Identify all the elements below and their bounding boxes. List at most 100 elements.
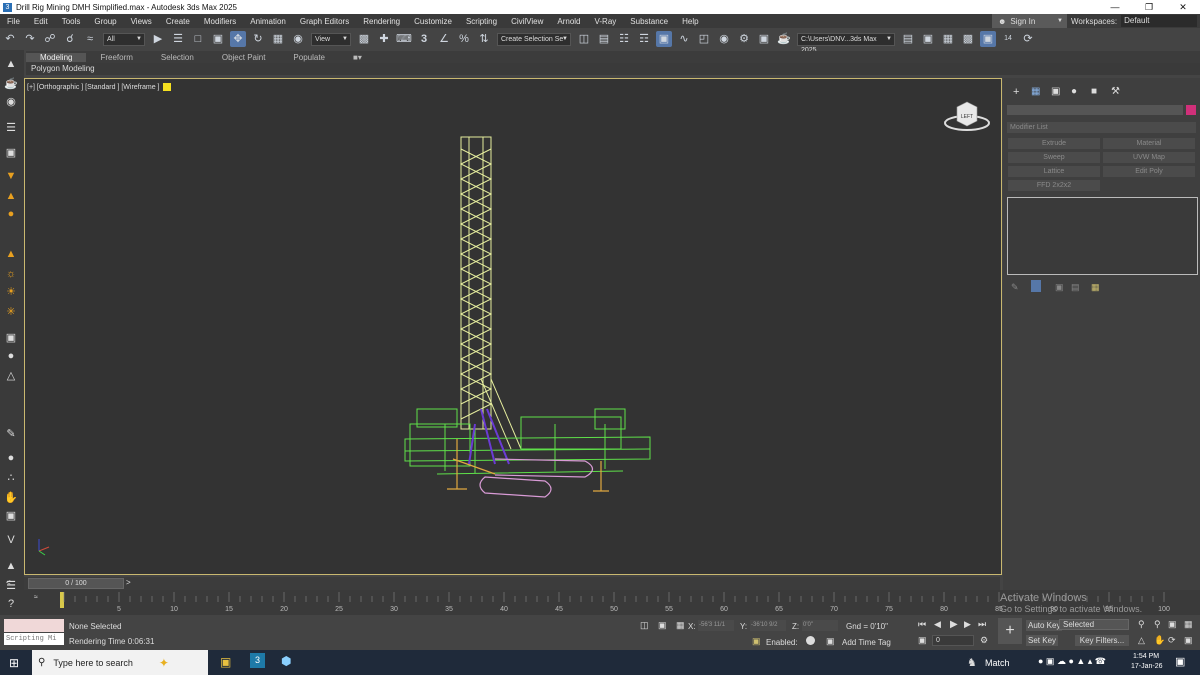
tab-modeling[interactable]: Modeling <box>26 52 87 62</box>
material-button[interactable]: Material <box>1103 138 1195 149</box>
z-coordinate-field[interactable]: 0'0" <box>802 620 838 631</box>
motion-tab-icon[interactable]: ● <box>1071 86 1077 97</box>
zoom-extents-all-icon[interactable]: ▦ <box>1184 619 1193 630</box>
y-coordinate-field[interactable]: -36'10 9/2 <box>750 620 786 631</box>
maximize-viewport-icon[interactable]: ▣ <box>1184 635 1193 646</box>
3ds-max-taskbar-icon[interactable]: 3 <box>250 653 265 668</box>
time-configuration-icon[interactable]: ⚙ <box>980 635 988 646</box>
unlink-icon[interactable]: ☌ <box>62 31 78 47</box>
modifier-list-dropdown[interactable]: Modifier List <box>1007 122 1196 133</box>
display-tab-icon[interactable]: ■ <box>1091 86 1097 97</box>
menu-vray[interactable]: V-Ray <box>588 17 624 26</box>
workspace-toggle-icon[interactable]: ▣ <box>980 31 996 47</box>
menu-graph-editors[interactable]: Graph Editors <box>293 17 356 26</box>
zoom-icon[interactable]: ⚲ <box>1138 619 1145 630</box>
reference-coordinate-dropdown[interactable]: View ▼ <box>311 32 351 46</box>
isolate-selection-icon[interactable]: ◫ <box>640 620 649 631</box>
configure-sets-icon[interactable]: ▦ <box>1091 282 1100 293</box>
sun-icon[interactable]: ☀ <box>3 284 19 300</box>
auto-key-button[interactable]: Auto Key <box>1026 620 1063 631</box>
menu-help[interactable]: Help <box>675 17 705 26</box>
app-taskbar-icon[interactable]: ⬢ <box>281 654 291 668</box>
menu-scripting[interactable]: Scripting <box>459 17 504 26</box>
pin-stack-icon[interactable]: ✎ <box>1011 282 1019 293</box>
modifier-stack[interactable] <box>1007 197 1198 275</box>
percent-snap-icon[interactable]: % <box>456 31 472 47</box>
dome-icon[interactable]: ▲ <box>3 188 19 204</box>
bind-space-warp-icon[interactable]: ≈ <box>82 31 98 47</box>
maxscript-listener-top[interactable] <box>4 619 64 632</box>
time-tag-icon[interactable]: ▣ <box>826 636 835 647</box>
project-folder-icon[interactable]: ▣ <box>920 31 936 47</box>
rectangular-selection-icon[interactable]: □ <box>190 31 206 47</box>
undo-icon[interactable]: ↶ <box>2 31 18 47</box>
select-and-move-icon[interactable]: ✥ <box>230 31 246 47</box>
sky-light-icon[interactable]: ✳ <box>3 304 19 320</box>
spinner-14-icon[interactable]: 14 <box>1000 31 1016 47</box>
zoom-all-icon[interactable]: ⚲ <box>1154 619 1161 630</box>
select-by-name-icon[interactable]: ☰ <box>170 31 186 47</box>
brush-icon[interactable]: ✎ <box>3 426 19 442</box>
render-setup-icon[interactable]: ⚙ <box>736 31 752 47</box>
menu-views[interactable]: Views <box>124 17 159 26</box>
absolute-mode-icon[interactable]: ▦ <box>676 620 685 631</box>
remove-modifier-icon[interactable]: ▤ <box>1071 282 1080 293</box>
omni-light-icon[interactable]: ☼ <box>3 266 19 282</box>
select-object-icon[interactable]: ▶ <box>150 31 166 47</box>
hand-icon[interactable]: ✋ <box>3 490 19 506</box>
toggle-ribbon-icon[interactable]: ▣ <box>656 31 672 47</box>
polygon-modeling-label[interactable]: Polygon Modeling <box>31 64 95 73</box>
time-slider-handle[interactable]: 0 / 100 <box>28 578 124 589</box>
set-key-big-icon[interactable]: + <box>998 618 1022 644</box>
current-frame-field[interactable]: 0 <box>932 635 974 646</box>
uvw-map-button[interactable]: UVW Map <box>1103 152 1195 163</box>
window-crossing-icon[interactable]: ▣ <box>210 31 226 47</box>
layers-icon[interactable]: ☰ <box>3 120 19 136</box>
clock-date[interactable]: 17-Jan-26 <box>1131 663 1163 670</box>
open-explorer-icon[interactable]: ▤ <box>900 31 916 47</box>
menu-animation[interactable]: Animation <box>243 17 293 26</box>
drill-rig-model[interactable] <box>25 79 1003 576</box>
select-and-scale-icon[interactable]: ▦ <box>270 31 286 47</box>
minimize-button[interactable]: — <box>1098 0 1132 14</box>
keyboard-shortcut-override-icon[interactable]: ⌨ <box>396 31 412 47</box>
spinner-snap-icon[interactable]: ⇅ <box>476 31 492 47</box>
angle-snap-icon[interactable]: ∠ <box>436 31 452 47</box>
pivot-center-icon[interactable]: ▩ <box>356 31 372 47</box>
toggle-scene-explorer-icon[interactable]: ☷ <box>616 31 632 47</box>
material-ball-icon[interactable]: ● <box>3 348 19 364</box>
chevron-left-icon[interactable]: < <box>6 578 11 587</box>
create-icon[interactable]: ▲ <box>3 56 19 72</box>
chevron-right-icon[interactable]: > <box>126 578 131 587</box>
clock-time[interactable]: 1:54 PM <box>1133 653 1159 660</box>
key-filters-button[interactable]: Key Filters... <box>1075 635 1129 646</box>
maximize-button[interactable]: ❐ <box>1132 0 1166 14</box>
refresh-icon[interactable]: ⟳ <box>1020 31 1036 47</box>
field-of-view-icon[interactable]: △ <box>1138 635 1145 646</box>
x-coordinate-field[interactable]: -56'3 11/1 <box>698 620 734 631</box>
vray-icon[interactable]: V <box>3 532 19 548</box>
extrude-button[interactable]: Extrude <box>1008 138 1100 149</box>
video-camera-icon[interactable]: ▣ <box>3 145 19 161</box>
lock-selection-icon[interactable]: ▣ <box>658 620 667 631</box>
tab-freeform[interactable]: Freeform <box>86 53 146 62</box>
ffd-button[interactable]: FFD 2x2x2 <box>1008 180 1100 191</box>
make-unique-icon[interactable]: ▣ <box>1055 282 1064 293</box>
named-selection-sets-dropdown[interactable]: Create Selection Se ▼ <box>497 32 571 46</box>
time-slider[interactable]: < 0 / 100 > <box>6 577 1000 590</box>
menu-create[interactable]: Create <box>159 17 197 26</box>
zoom-extents-icon[interactable]: ▣ <box>1168 619 1177 630</box>
selection-filter-dropdown[interactable]: All ▼ <box>103 32 145 46</box>
lattice-button[interactable]: Lattice <box>1008 166 1100 177</box>
teapot-icon[interactable]: ☕ <box>3 76 19 92</box>
menu-group[interactable]: Group <box>87 17 123 26</box>
snaps-toggle-icon[interactable]: 3 <box>416 31 432 47</box>
windows-start-icon[interactable]: ⊞ <box>9 656 19 670</box>
go-to-start-icon[interactable]: ⏮ <box>918 619 926 630</box>
edit-poly-button[interactable]: Edit Poly <box>1103 166 1195 177</box>
utilities-tab-icon[interactable]: ⚒ <box>1111 86 1120 97</box>
tab-object-paint[interactable]: Object Paint <box>208 53 280 62</box>
hierarchy-tab-icon[interactable]: ▣ <box>1051 86 1060 97</box>
select-and-manipulate-icon[interactable]: ✚ <box>376 31 392 47</box>
menu-customize[interactable]: Customize <box>407 17 459 26</box>
